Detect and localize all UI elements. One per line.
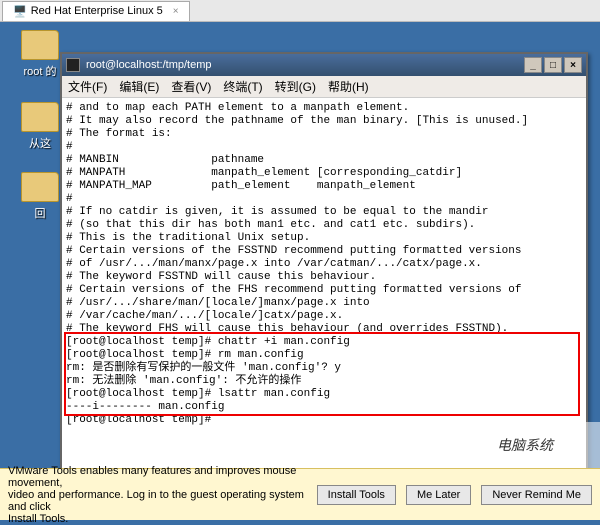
vm-tab-label: Red Hat Enterprise Linux 5 — [31, 5, 163, 17]
desktop-icon-root[interactable]: root 的 — [18, 30, 62, 79]
titlebar[interactable]: root@localhost:/tmp/temp _ □ × — [62, 54, 586, 76]
linux-desktop: root 的 从这 回 root@localhost:/tmp/temp _ □… — [0, 22, 600, 468]
terminal-text: # and to map each PATH element to a manp… — [66, 102, 528, 426]
terminal-body[interactable]: # and to map each PATH element to a manp… — [62, 98, 586, 468]
window-title: root@localhost:/tmp/temp — [86, 59, 522, 71]
desktop-icon-3[interactable]: 回 — [18, 172, 62, 221]
close-button[interactable]: × — [564, 57, 582, 73]
never-remind-button[interactable]: Never Remind Me — [481, 485, 592, 505]
menu-terminal[interactable]: 终端(T) — [223, 78, 262, 95]
terminal-window: root@localhost:/tmp/temp _ □ × 文件(F) 编辑(… — [60, 52, 588, 470]
menu-file[interactable]: 文件(F) — [68, 78, 107, 95]
desktop-icon-label: 从这 — [18, 135, 62, 151]
folder-icon — [21, 30, 59, 60]
desktop-icon-label: root 的 — [18, 63, 62, 79]
folder-icon — [21, 102, 59, 132]
remind-later-button[interactable]: Me Later — [406, 485, 471, 505]
desktop-icon-2[interactable]: 从这 — [18, 102, 62, 151]
close-icon[interactable]: × — [173, 6, 179, 17]
menu-view[interactable]: 查看(V) — [171, 78, 211, 95]
minimize-button[interactable]: _ — [524, 57, 542, 73]
menu-edit[interactable]: 编辑(E) — [119, 78, 159, 95]
footer-message: VMware Tools enables many features and i… — [8, 465, 307, 525]
vm-tab-icon: 🖥️ — [13, 5, 27, 18]
vm-tab-bar: 🖥️ Red Hat Enterprise Linux 5 × — [0, 0, 600, 22]
vmware-tools-footer: VMware Tools enables many features and i… — [0, 468, 600, 520]
maximize-button[interactable]: □ — [544, 57, 562, 73]
menu-help[interactable]: 帮助(H) — [328, 78, 369, 95]
menu-go[interactable]: 转到(G) — [275, 78, 316, 95]
desktop-icon-label: 回 — [18, 205, 62, 221]
folder-icon — [21, 172, 59, 202]
vm-tab[interactable]: 🖥️ Red Hat Enterprise Linux 5 × — [2, 1, 190, 21]
install-tools-button[interactable]: Install Tools — [317, 485, 396, 505]
menubar: 文件(F) 编辑(E) 查看(V) 终端(T) 转到(G) 帮助(H) — [62, 76, 586, 98]
terminal-icon — [66, 58, 80, 72]
